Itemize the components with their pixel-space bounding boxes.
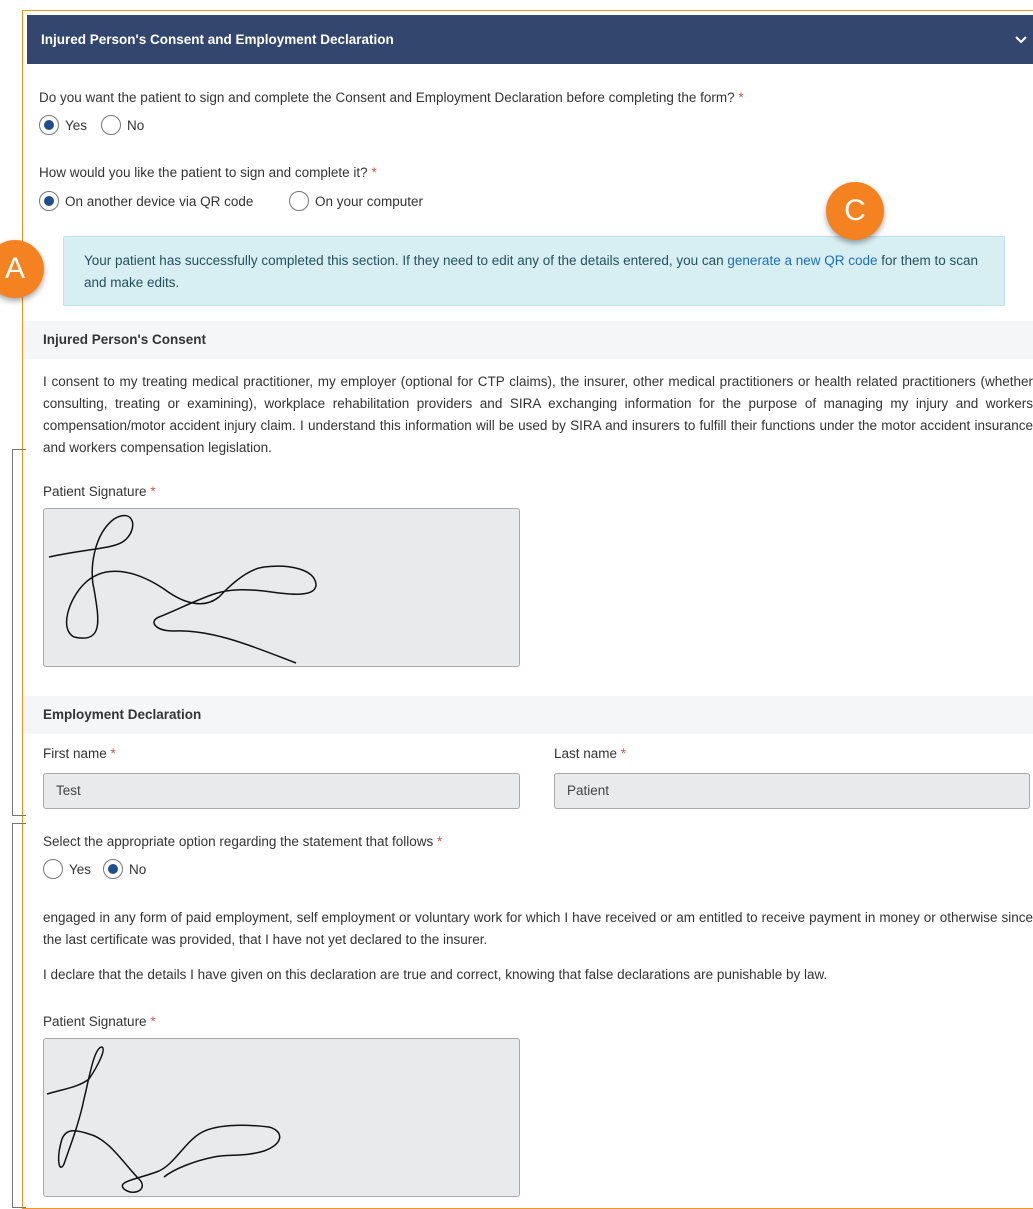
- employment-title: Employment Declaration: [43, 707, 202, 722]
- signature-stroke-icon: [48, 514, 317, 664]
- q1-no-radio[interactable]: No: [101, 115, 148, 135]
- panel-header[interactable]: Injured Person's Consent and Employment …: [23, 11, 1033, 68]
- q2-computer-radio[interactable]: On your computer: [289, 191, 427, 211]
- q2-question: How would you like the patient to sign a…: [39, 165, 377, 180]
- last-name-label: Last name *: [554, 746, 627, 761]
- first-name-field[interactable]: Test: [43, 773, 520, 809]
- q2-qr-radio[interactable]: On another device via QR code: [39, 191, 257, 211]
- q1-yes-radio[interactable]: Yes: [39, 115, 91, 135]
- chevron-down-icon[interactable]: [1013, 33, 1029, 47]
- annotation-badge-c: C: [826, 182, 884, 240]
- generate-qr-link[interactable]: generate a new QR code: [727, 253, 877, 268]
- first-name-label: First name *: [43, 746, 116, 761]
- consent-text: I consent to my treating medical practit…: [43, 374, 1033, 455]
- panel-title: Injured Person's Consent and Employment …: [41, 32, 394, 47]
- employment-section-header: Employment Declaration: [23, 696, 1033, 734]
- consent-panel: Injured Person's Consent and Employment …: [22, 10, 1033, 1209]
- statement-text: engaged in any form of paid employment, …: [43, 910, 1033, 947]
- annotation-bracket-b: [12, 449, 26, 816]
- statement-question: Select the appropriate option regarding …: [43, 834, 443, 849]
- consent-signature-pad[interactable]: [43, 508, 520, 667]
- consent-title: Injured Person's Consent: [43, 332, 206, 347]
- declaration-text: I declare that the details I have given …: [43, 967, 828, 982]
- q1-question: Do you want the patient to sign and comp…: [39, 90, 744, 105]
- annotation-bracket-d: [12, 823, 26, 1208]
- employment-signature-label: Patient Signature *: [43, 1014, 156, 1029]
- success-info-box: Your patient has successfully completed …: [63, 236, 1005, 306]
- statement-no-radio[interactable]: No: [103, 859, 150, 879]
- employment-signature-pad[interactable]: [43, 1038, 520, 1197]
- consent-signature-label: Patient Signature *: [43, 484, 156, 499]
- last-name-field[interactable]: Patient: [554, 773, 1030, 809]
- signature-stroke-icon: [46, 1046, 281, 1193]
- statement-yes-radio[interactable]: Yes: [43, 859, 95, 879]
- consent-section-header: Injured Person's Consent: [23, 321, 1033, 359]
